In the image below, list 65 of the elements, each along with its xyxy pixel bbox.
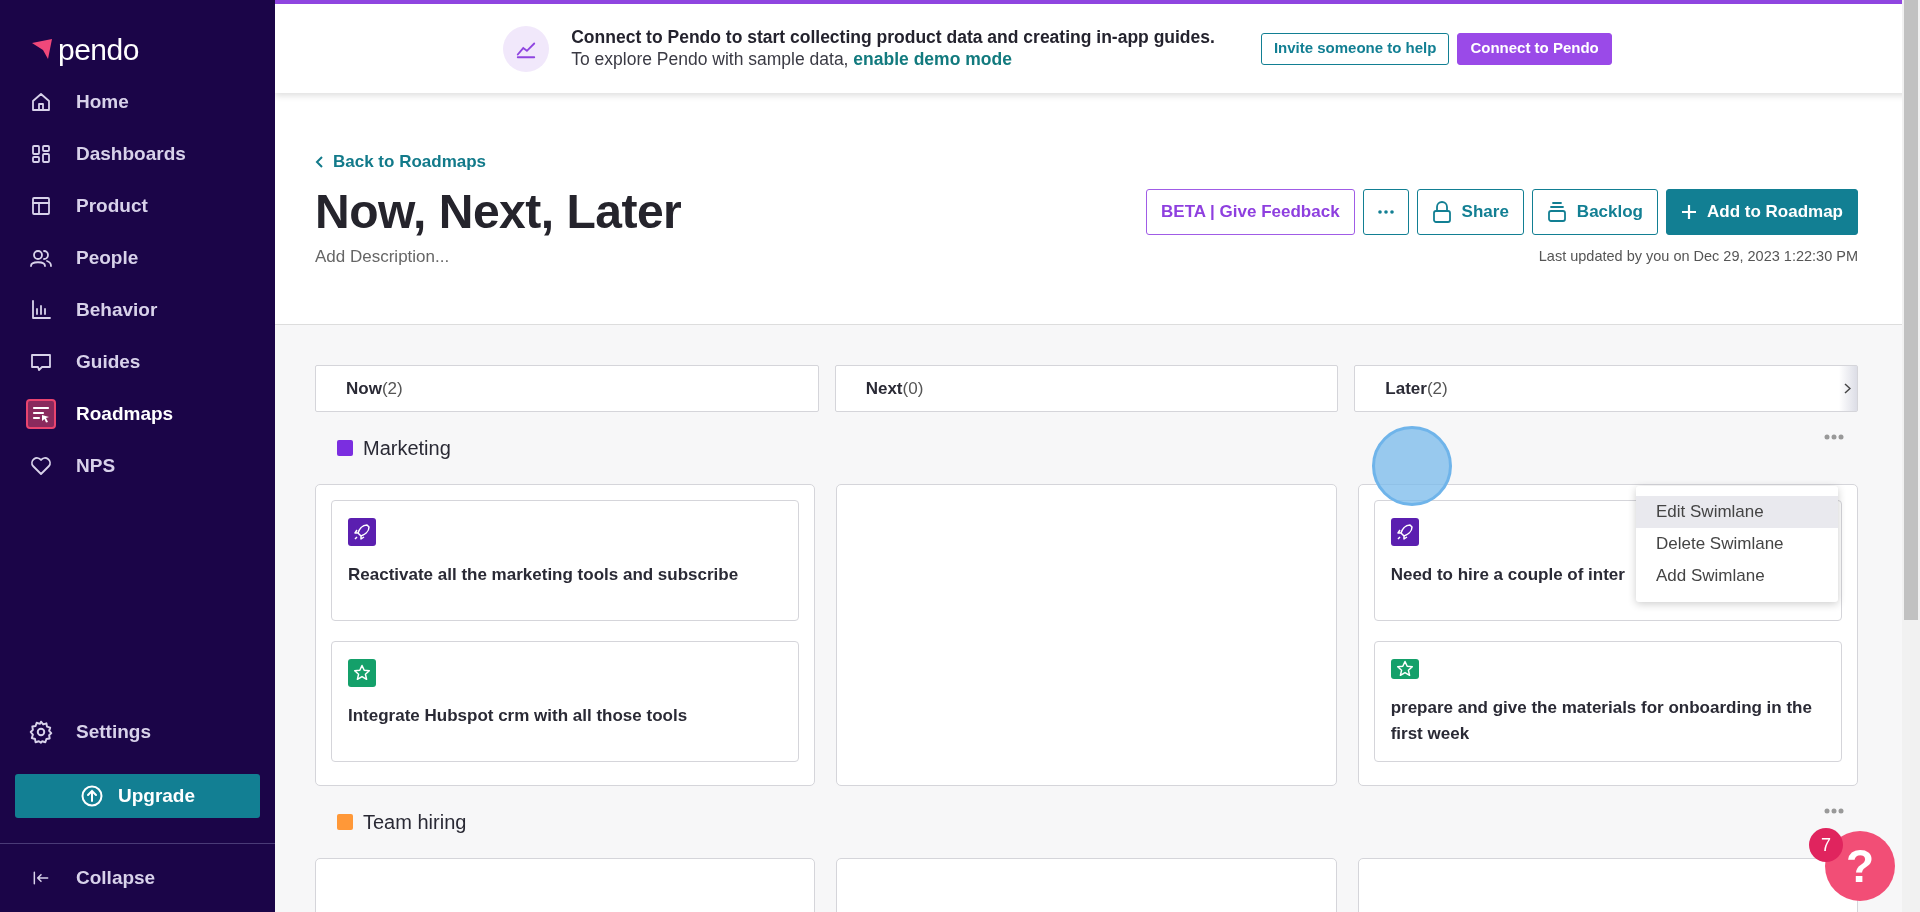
layout-icon xyxy=(29,194,53,218)
scrollbar[interactable] xyxy=(1902,0,1920,912)
nav-item[interactable]: Roadmaps xyxy=(0,388,275,440)
banner-text: To explore Pendo with sample data, enable demo mode xyxy=(571,47,1013,71)
banner-title: Connect to Pendo to start collecting product data and creating in-app guides. xyxy=(571,26,1215,48)
nav-item[interactable]: Product xyxy=(0,180,275,232)
swimlane-title: Marketing xyxy=(363,436,451,461)
nav-item[interactable]: NPS xyxy=(0,440,275,492)
nav-item[interactable]: People xyxy=(0,232,275,284)
add-to-roadmap-button[interactable]: Add to Roadmap xyxy=(1666,188,1858,235)
roadmap-card[interactable]: prepare and give the materials for onboarding in the first week xyxy=(1373,641,1842,762)
lock-icon xyxy=(1431,200,1452,223)
chevron-left-icon xyxy=(315,155,325,168)
connect-button[interactable]: Connect to Pendo xyxy=(1457,32,1612,65)
nav-item[interactable]: Home xyxy=(0,76,275,128)
more-button[interactable] xyxy=(1362,188,1409,235)
column-header: Now(2) xyxy=(315,365,819,412)
star-icon xyxy=(352,663,372,683)
rocket-icon xyxy=(1394,522,1415,542)
home-icon xyxy=(29,90,53,114)
nav-item[interactable]: Dashboards xyxy=(0,128,275,180)
swimlane-title: Team hiring xyxy=(363,810,467,835)
logo-text: pendo xyxy=(58,31,139,68)
backlog-button[interactable]: Backlog xyxy=(1531,188,1658,235)
description-field[interactable]: Add Description... xyxy=(315,244,615,270)
roadmap-card[interactable]: Integrate Hubspot crm with all those tools xyxy=(331,641,800,762)
logo-icon xyxy=(30,37,54,61)
star-icon xyxy=(1394,659,1415,679)
dashboard-icon xyxy=(29,142,53,166)
roadmap-card[interactable]: Reactivate all the marketing tools and subscribe xyxy=(331,500,800,621)
nav-item[interactable]: Guides xyxy=(0,336,275,388)
chevron-right-icon xyxy=(1844,383,1852,394)
column-header: Later(2) xyxy=(1354,365,1858,412)
back-link[interactable]: Back to Roadmaps xyxy=(315,149,487,175)
card-title: Integrate Hubspot crm with all those tools xyxy=(348,705,688,727)
card-title: Need to hire a couple of inter xyxy=(1390,564,1625,586)
menu-item[interactable]: Add Swimlane xyxy=(1636,560,1838,592)
more-icon xyxy=(1377,209,1394,214)
last-updated-text: Last updated by you on Dec 29, 2023 1:22:30 PM xyxy=(1538,247,1858,267)
heart-icon xyxy=(29,454,53,478)
stack-icon xyxy=(1546,200,1567,223)
bar-chart-icon xyxy=(29,298,53,322)
feedback-button[interactable]: BETA | Give Feedback xyxy=(1146,188,1355,235)
arrow-up-icon xyxy=(79,784,104,808)
collapse-link[interactable]: Collapse xyxy=(0,852,275,904)
collapse-icon xyxy=(31,868,51,888)
settings-icon xyxy=(28,719,54,745)
card-title: Reactivate all the marketing tools and subscribe xyxy=(348,564,739,586)
page-title: Now, Next, Later xyxy=(315,183,682,240)
menu-item[interactable]: Delete Swimlane xyxy=(1636,528,1838,560)
demo-mode-link[interactable]: enable demo mode xyxy=(853,48,1012,69)
plus-icon xyxy=(1681,203,1697,220)
card-title: prepare and give the materials for onboarding in the first week xyxy=(1390,697,1813,745)
settings-link[interactable]: Settings xyxy=(0,706,275,758)
upgrade-button[interactable]: Upgrade xyxy=(15,774,260,818)
rocket-icon xyxy=(352,522,372,542)
share-button[interactable]: Share xyxy=(1416,188,1524,235)
column-header: Next(0) xyxy=(834,365,1339,412)
scroll-right-button[interactable] xyxy=(1839,366,1857,411)
menu-item[interactable]: Edit Swimlane xyxy=(1636,496,1838,528)
nav-item[interactable]: Behavior xyxy=(0,284,275,336)
more-icon[interactable] xyxy=(1824,808,1844,814)
more-icon[interactable] xyxy=(1824,434,1844,440)
notification-badge: 7 xyxy=(1809,828,1843,862)
invite-button[interactable]: Invite someone to help xyxy=(1260,32,1450,65)
